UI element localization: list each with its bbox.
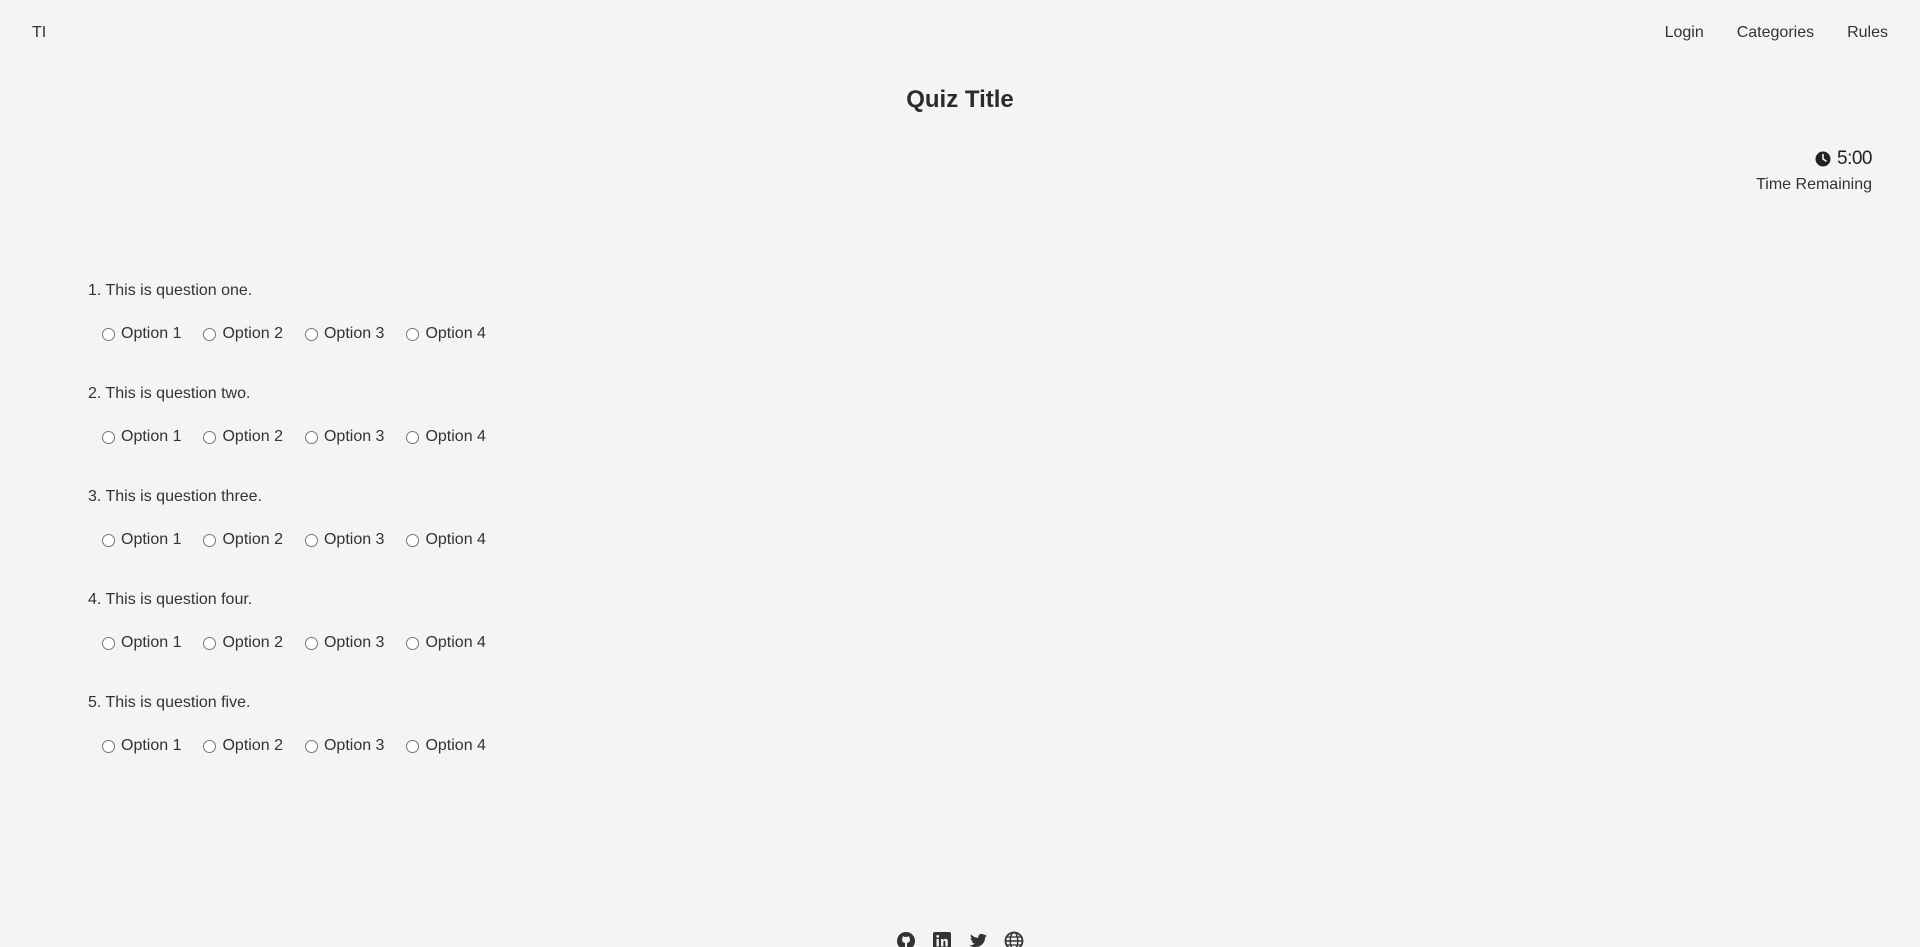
option-label: Option 3 — [323, 737, 385, 754]
option-label: Option 4 — [425, 634, 486, 651]
nav-categories[interactable]: Categories — [1737, 24, 1814, 42]
option-label: Option 2 — [222, 428, 283, 445]
option-3[interactable]: Option 3 — [304, 634, 385, 652]
globe-icon[interactable] — [1004, 931, 1024, 947]
linkedin-icon[interactable] — [932, 931, 952, 947]
question-text: 4. This is question four. — [88, 591, 253, 608]
option-label: Option 3 — [323, 325, 385, 342]
top-nav: Login Categories Rules — [1665, 24, 1888, 42]
option-label: Option 2 — [222, 531, 283, 548]
option-3[interactable]: Option 3 — [304, 325, 385, 343]
option-radio[interactable] — [203, 430, 217, 444]
option-radio[interactable] — [102, 327, 115, 341]
option-label: Option 4 — [425, 531, 486, 548]
option-radio[interactable] — [102, 430, 115, 444]
option-label: Option 2 — [222, 737, 283, 754]
logo[interactable]: TI — [32, 24, 46, 42]
option-label: Option 1 — [121, 737, 182, 754]
timer: 5:00 Time Remaining — [1756, 148, 1872, 194]
option-1[interactable]: Option 1 — [102, 634, 181, 652]
option-radio[interactable] — [304, 430, 318, 444]
timer-value: 5:00 — [1837, 148, 1872, 169]
question-text: 2. This is question two. — [88, 385, 251, 402]
option-label: Option 2 — [222, 634, 283, 651]
option-label: Option 2 — [222, 325, 283, 342]
option-label: Option 4 — [425, 325, 486, 342]
option-label: Option 3 — [323, 634, 385, 651]
option-radio[interactable] — [203, 636, 217, 650]
question-1: 1. This is question one. Option 1 Option… — [88, 282, 508, 385]
footer — [0, 931, 1920, 947]
question-3: 3. This is question three. Option 1 Opti… — [88, 488, 508, 591]
question-text: 3. This is question three. — [88, 488, 263, 505]
option-radio[interactable] — [406, 430, 420, 444]
option-3[interactable]: Option 3 — [304, 737, 385, 755]
timer-caption: Time Remaining — [1756, 176, 1872, 193]
option-label: Option 1 — [121, 531, 182, 548]
option-2[interactable]: Option 2 — [203, 634, 283, 652]
option-radio[interactable] — [304, 739, 318, 753]
option-radio[interactable] — [102, 739, 115, 753]
option-radio[interactable] — [102, 533, 115, 547]
option-group: Option 1 Option 2 Option 3 Option 4 — [88, 634, 508, 652]
clock-icon — [1815, 151, 1831, 167]
question-list: 1. This is question one. Option 1 Option… — [88, 282, 508, 797]
option-4[interactable]: Option 4 — [406, 325, 486, 343]
option-radio[interactable] — [203, 533, 217, 547]
option-radio[interactable] — [406, 327, 420, 341]
question-2: 2. This is question two. Option 1 Option… — [88, 385, 508, 488]
option-label: Option 1 — [121, 428, 182, 445]
option-group: Option 1 Option 2 Option 3 Option 4 — [88, 737, 508, 755]
option-1[interactable]: Option 1 — [102, 428, 181, 446]
option-group: Option 1 Option 2 Option 3 Option 4 — [88, 531, 508, 549]
option-radio[interactable] — [406, 739, 420, 753]
nav-rules[interactable]: Rules — [1847, 24, 1888, 42]
option-4[interactable]: Option 4 — [406, 428, 486, 446]
question-text: 1. This is question one. — [88, 282, 253, 299]
option-4[interactable]: Option 4 — [406, 634, 486, 652]
option-radio[interactable] — [102, 636, 115, 650]
option-2[interactable]: Option 2 — [203, 531, 283, 549]
option-3[interactable]: Option 3 — [304, 428, 385, 446]
option-radio[interactable] — [406, 636, 420, 650]
option-2[interactable]: Option 2 — [203, 325, 283, 343]
option-label: Option 4 — [425, 737, 486, 754]
quiz-title: Quiz Title — [906, 86, 1014, 113]
option-radio[interactable] — [203, 327, 217, 341]
option-label: Option 1 — [121, 634, 182, 651]
github-icon[interactable] — [896, 931, 916, 947]
question-5: 5. This is question five. Option 1 Optio… — [88, 694, 508, 797]
page: TI Login Categories Rules Quiz Title 5:0… — [0, 0, 1920, 947]
option-4[interactable]: Option 4 — [406, 737, 486, 755]
option-2[interactable]: Option 2 — [203, 737, 283, 755]
option-1[interactable]: Option 1 — [102, 531, 181, 549]
option-group: Option 1 Option 2 Option 3 Option 4 — [88, 428, 508, 446]
option-label: Option 1 — [121, 325, 182, 342]
option-radio[interactable] — [406, 533, 420, 547]
option-2[interactable]: Option 2 — [203, 428, 283, 446]
option-radio[interactable] — [304, 327, 318, 341]
option-group: Option 1 Option 2 Option 3 Option 4 — [88, 325, 508, 343]
nav-login[interactable]: Login — [1665, 24, 1704, 42]
option-radio[interactable] — [203, 739, 217, 753]
question-4: 4. This is question four. Option 1 Optio… — [88, 591, 508, 694]
option-radio[interactable] — [304, 533, 318, 547]
timer-row: 5:00 — [1756, 148, 1872, 170]
option-1[interactable]: Option 1 — [102, 325, 181, 343]
option-3[interactable]: Option 3 — [304, 531, 385, 549]
option-4[interactable]: Option 4 — [406, 531, 486, 549]
option-radio[interactable] — [304, 636, 318, 650]
option-1[interactable]: Option 1 — [102, 737, 181, 755]
question-text: 5. This is question five. — [88, 694, 251, 711]
option-label: Option 3 — [323, 428, 385, 445]
option-label: Option 3 — [323, 531, 385, 548]
twitter-icon[interactable] — [968, 931, 988, 947]
option-label: Option 4 — [425, 428, 486, 445]
